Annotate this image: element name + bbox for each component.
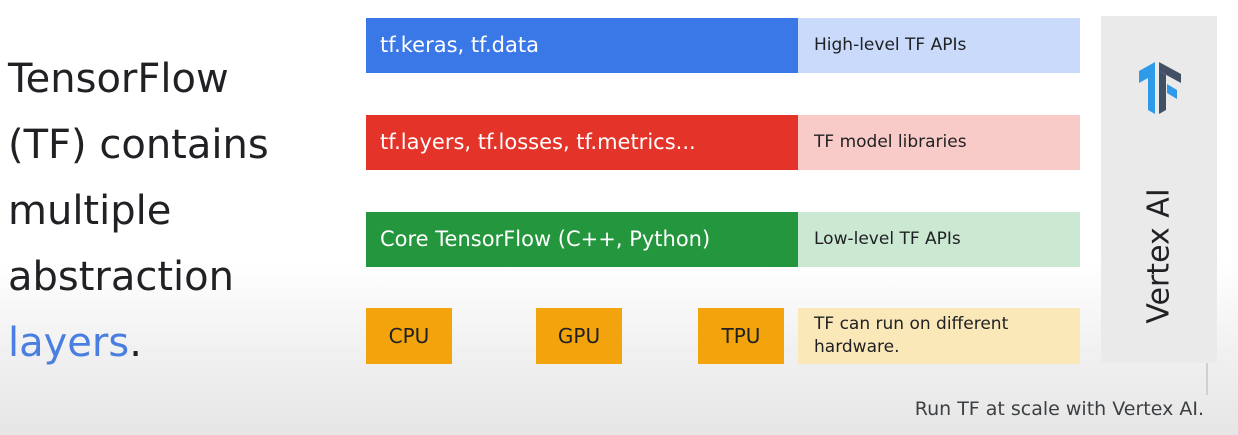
layer-core-description: Low-level TF APIs — [798, 212, 1080, 267]
caption: Run TF at scale with Vertex AI. — [914, 398, 1204, 420]
headline-period: . — [129, 320, 142, 366]
tensorflow-logo-icon — [1139, 62, 1181, 114]
hardware-description: TF can run on different hardware. — [798, 308, 1080, 364]
hardware-description-line-1: TF can run on different — [814, 314, 1009, 334]
hardware-description-line-2: hardware. — [814, 337, 900, 357]
headline-line-4: abstraction — [8, 254, 234, 300]
headline-accent-word: layers — [8, 320, 130, 366]
layer-model-libraries-bar: tf.layers, tf.losses, tf.metrics... — [366, 115, 802, 170]
hardware-cpu-box: CPU — [366, 308, 452, 364]
layer-model-libraries-description: TF model libraries — [798, 115, 1080, 170]
headline-line-3: multiple — [8, 188, 172, 234]
headline: TensorFlow (TF) contains multiple abstra… — [8, 46, 348, 376]
hardware-gpu-box: GPU — [536, 308, 622, 364]
headline-line-2: (TF) contains — [8, 122, 269, 168]
vertex-ai-label: Vertex AI — [1141, 188, 1177, 324]
layer-core-bar: Core TensorFlow (C++, Python) — [366, 212, 802, 267]
hardware-tpu-box: TPU — [698, 308, 784, 364]
headline-line-1: TensorFlow — [8, 56, 229, 102]
layer-high-level-bar: tf.keras, tf.data — [366, 18, 802, 73]
layer-high-level-description: High-level TF APIs — [798, 18, 1080, 73]
headline-line-5: layers. — [8, 310, 348, 376]
vertex-ai-column: Vertex AI — [1101, 16, 1217, 363]
connector-line — [1206, 363, 1208, 395]
